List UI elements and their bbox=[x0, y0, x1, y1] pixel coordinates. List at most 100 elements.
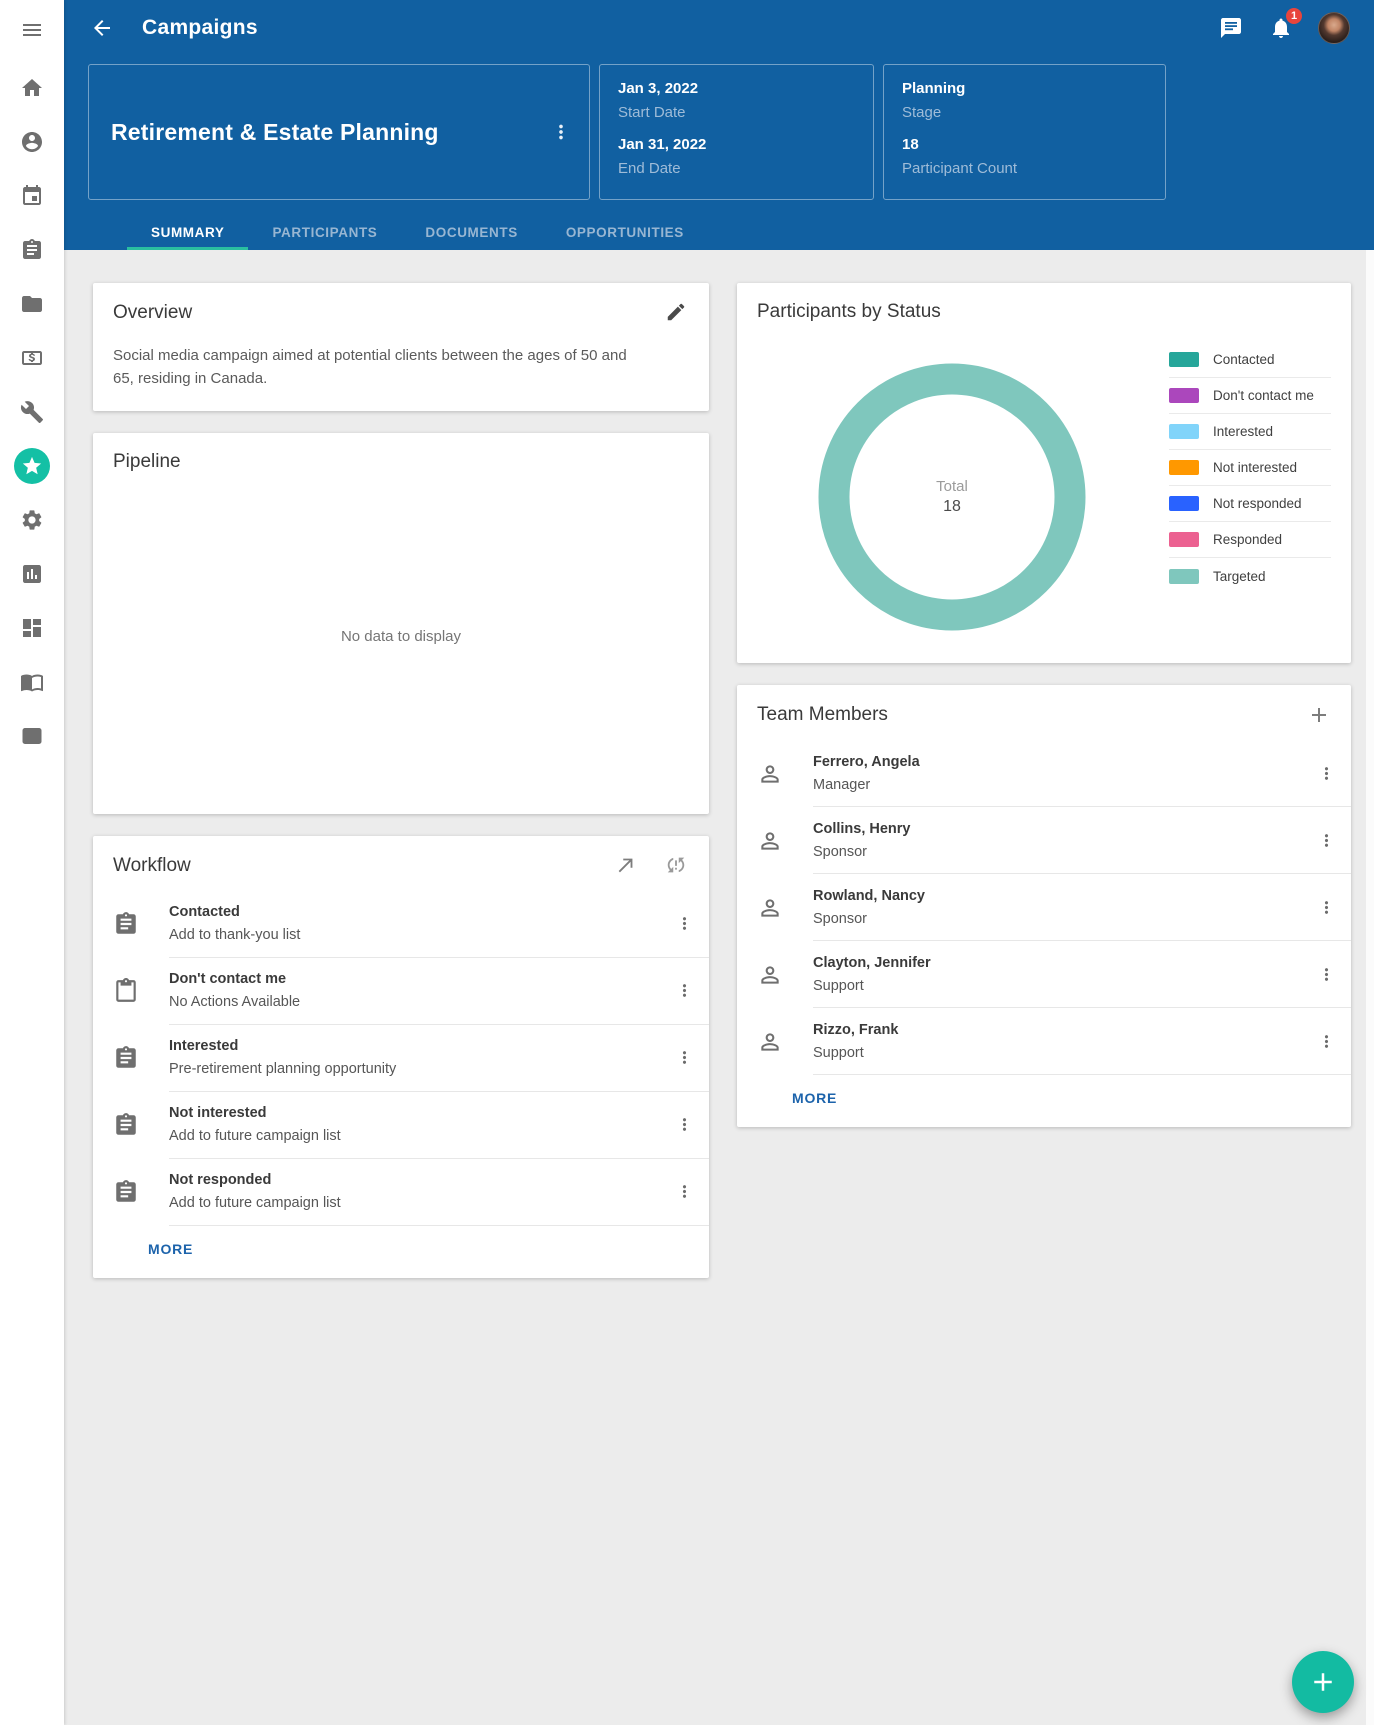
clipboard-filled-icon bbox=[113, 1045, 139, 1071]
tab-opportunities[interactable]: OPPORTUNITIES bbox=[542, 214, 708, 250]
team-member-role: Support bbox=[813, 1045, 1311, 1061]
clipboard-filled-icon bbox=[113, 1179, 139, 1205]
start-date-label: Start Date bbox=[618, 104, 855, 121]
tab-documents[interactable]: DOCUMENTS bbox=[401, 214, 541, 250]
calendar-icon[interactable] bbox=[20, 184, 44, 208]
team-member-name: Clayton, Jennifer bbox=[813, 955, 1311, 971]
team-member-kebab-icon[interactable] bbox=[1311, 758, 1341, 788]
pipeline-card: Pipeline No data to display bbox=[93, 433, 709, 814]
participant-count-value: 18 bbox=[902, 136, 1147, 153]
account-circle-icon[interactable] bbox=[20, 130, 44, 154]
team-member-row: Collins, Henry Sponsor bbox=[737, 807, 1351, 874]
end-date-label: End Date bbox=[618, 160, 855, 177]
workflow-card: Workflow bbox=[93, 836, 709, 1278]
donut-total-label: Total bbox=[936, 478, 968, 495]
participants-by-status-card: Participants by Status Total 18 Contacte… bbox=[737, 283, 1351, 663]
main-area: Campaigns 1 Retireme bbox=[64, 0, 1374, 1725]
campaign-name: Retirement & Estate Planning bbox=[111, 119, 439, 146]
team-member-kebab-icon[interactable] bbox=[1311, 959, 1341, 989]
team-member-kebab-icon[interactable] bbox=[1311, 825, 1341, 855]
person-outline-icon bbox=[757, 1029, 783, 1055]
clipboard-outline-icon bbox=[113, 978, 139, 1004]
legend-item[interactable]: Targeted bbox=[1169, 558, 1331, 594]
workflow-item-subtitle: Add to thank-you list bbox=[169, 927, 669, 943]
dollar-card-icon[interactable] bbox=[20, 346, 44, 370]
legend-swatch bbox=[1169, 496, 1199, 511]
workflow-item-subtitle: No Actions Available bbox=[169, 994, 669, 1010]
card-panel-icon[interactable] bbox=[20, 724, 44, 748]
legend-item[interactable]: Interested bbox=[1169, 414, 1331, 450]
workflow-row: Don't contact me No Actions Available bbox=[93, 958, 709, 1025]
team-member-row: Rizzo, Frank Support bbox=[737, 1008, 1351, 1075]
workflow-item-kebab-icon[interactable] bbox=[669, 1177, 699, 1207]
home-icon[interactable] bbox=[20, 76, 44, 100]
stage-value: Planning bbox=[902, 80, 1147, 97]
tab-participants[interactable]: PARTICIPANTS bbox=[248, 214, 401, 250]
person-outline-icon bbox=[757, 962, 783, 988]
bar-chart-icon[interactable] bbox=[20, 562, 44, 586]
campaign-kebab-menu-icon[interactable] bbox=[549, 120, 573, 144]
edit-pencil-icon[interactable] bbox=[665, 301, 689, 325]
person-outline-icon bbox=[757, 895, 783, 921]
workflow-item-title: Not responded bbox=[169, 1172, 669, 1188]
team-members-more-button[interactable]: MORE bbox=[777, 1081, 852, 1115]
workflow-item-kebab-icon[interactable] bbox=[669, 909, 699, 939]
overview-card: Overview Social media campaign aimed at … bbox=[93, 283, 709, 411]
clipboard-filled-icon bbox=[113, 1112, 139, 1138]
scrollbar-track[interactable] bbox=[1366, 250, 1374, 1725]
team-member-row: Ferrero, Angela Manager bbox=[737, 740, 1351, 807]
campaign-stage-card: Planning Stage 18 Participant Count bbox=[883, 64, 1166, 200]
workflow-item-kebab-icon[interactable] bbox=[669, 976, 699, 1006]
end-date-value: Jan 31, 2022 bbox=[618, 136, 855, 153]
open-book-icon[interactable] bbox=[20, 670, 44, 694]
participant-count-label: Participant Count bbox=[902, 160, 1147, 177]
star-campaigns-icon-active[interactable] bbox=[14, 448, 50, 484]
workflow-title: Workflow bbox=[113, 855, 191, 877]
pipeline-title: Pipeline bbox=[113, 451, 181, 473]
legend-item[interactable]: Not interested bbox=[1169, 450, 1331, 486]
overview-description: Social media campaign aimed at potential… bbox=[93, 338, 648, 411]
team-member-name: Collins, Henry bbox=[813, 821, 1311, 837]
team-member-kebab-icon[interactable] bbox=[1311, 892, 1341, 922]
campaign-dates-card: Jan 3, 2022 Start Date Jan 31, 2022 End … bbox=[599, 64, 874, 200]
person-outline-icon bbox=[757, 761, 783, 787]
workflow-row: Not interested Add to future campaign li… bbox=[93, 1092, 709, 1159]
team-member-row: Clayton, Jennifer Support bbox=[737, 941, 1351, 1008]
legend-item[interactable]: Responded bbox=[1169, 522, 1331, 558]
back-arrow-icon[interactable] bbox=[90, 16, 114, 40]
workflow-item-kebab-icon[interactable] bbox=[669, 1043, 699, 1073]
workflow-item-kebab-icon[interactable] bbox=[669, 1110, 699, 1140]
sync-problem-icon[interactable] bbox=[665, 854, 689, 878]
add-team-member-icon[interactable] bbox=[1307, 703, 1331, 727]
team-member-name: Rowland, Nancy bbox=[813, 888, 1311, 904]
team-member-kebab-icon[interactable] bbox=[1311, 1026, 1341, 1056]
legend-item[interactable]: Not responded bbox=[1169, 486, 1331, 522]
campaign-tabs: SUMMARY PARTICIPANTS DOCUMENTS OPPORTUNI… bbox=[127, 214, 1374, 250]
wrench-icon[interactable] bbox=[20, 400, 44, 424]
team-members-card: Team Members Ferrero, Angela Ma bbox=[737, 685, 1351, 1127]
left-sidebar bbox=[0, 0, 64, 1725]
add-fab-button[interactable] bbox=[1292, 1651, 1354, 1713]
notification-count-badge: 1 bbox=[1285, 7, 1303, 25]
dashboard-grid-icon[interactable] bbox=[20, 616, 44, 640]
workflow-more-button[interactable]: MORE bbox=[133, 1232, 208, 1266]
team-member-role: Manager bbox=[813, 777, 1311, 793]
clipboard-tasks-icon[interactable] bbox=[20, 238, 44, 262]
notifications-bell-icon[interactable]: 1 bbox=[1268, 15, 1294, 41]
page-title: Campaigns bbox=[142, 16, 258, 40]
tab-summary[interactable]: SUMMARY bbox=[127, 214, 248, 250]
chat-icon[interactable] bbox=[1218, 15, 1244, 41]
legend-item[interactable]: Don't contact me bbox=[1169, 378, 1331, 414]
open-workflow-arrow-icon[interactable] bbox=[615, 854, 639, 878]
user-avatar[interactable] bbox=[1318, 12, 1350, 44]
legend-swatch bbox=[1169, 352, 1199, 367]
person-outline-icon bbox=[757, 828, 783, 854]
legend-item[interactable]: Contacted bbox=[1169, 342, 1331, 378]
hamburger-menu-icon[interactable] bbox=[20, 18, 44, 42]
gear-settings-icon[interactable] bbox=[20, 508, 44, 532]
legend-swatch bbox=[1169, 388, 1199, 403]
folder-icon[interactable] bbox=[20, 292, 44, 316]
participants-donut-chart[interactable]: Total 18 bbox=[818, 363, 1086, 631]
workflow-row: Not responded Add to future campaign lis… bbox=[93, 1159, 709, 1226]
clipboard-filled-icon bbox=[113, 911, 139, 937]
